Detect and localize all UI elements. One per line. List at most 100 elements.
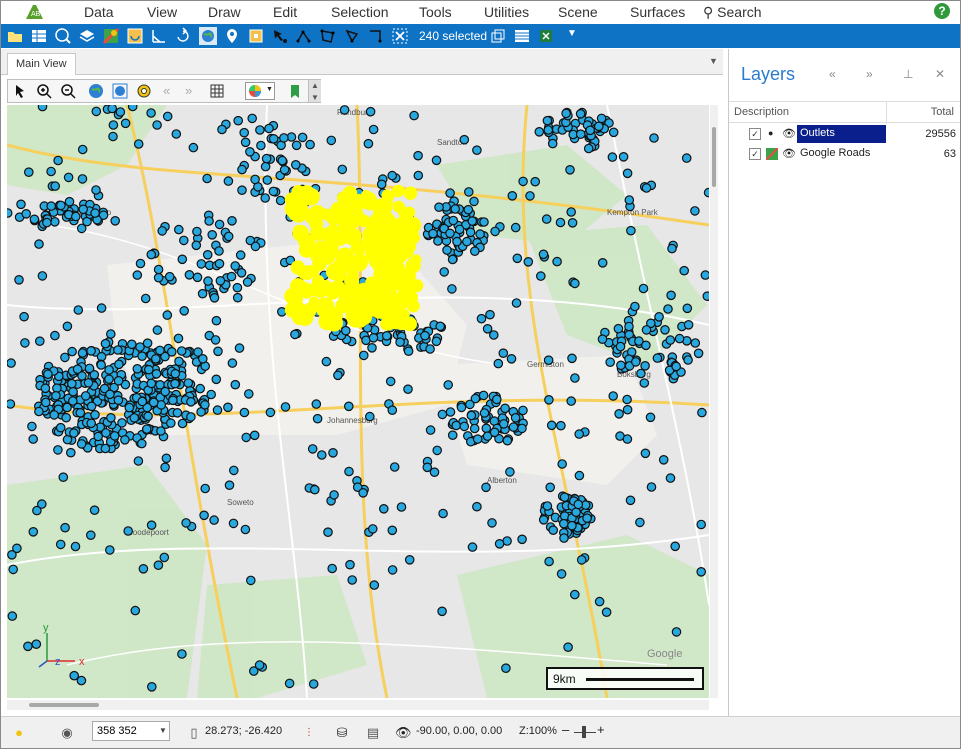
- selected-outlet-point[interactable]: [404, 216, 422, 234]
- outlet-point[interactable]: [214, 219, 225, 230]
- outlet-point[interactable]: [512, 253, 523, 264]
- outlet-point[interactable]: [227, 358, 238, 368]
- outlet-point[interactable]: [683, 320, 694, 330]
- scrollbar-thumb[interactable]: [712, 127, 716, 187]
- outlet-point[interactable]: [61, 412, 71, 423]
- outlet-point[interactable]: [176, 346, 187, 356]
- outlet-point[interactable]: [434, 202, 444, 212]
- outlet-point[interactable]: [465, 227, 476, 238]
- outlet-point[interactable]: [23, 641, 33, 652]
- layer-visibility-checkbox[interactable]: ✓: [749, 148, 761, 160]
- outlet-point[interactable]: [641, 183, 652, 193]
- outlet-point[interactable]: [104, 365, 114, 375]
- outlet-point[interactable]: [476, 313, 487, 324]
- outlet-point[interactable]: [472, 434, 483, 444]
- outlet-point[interactable]: [250, 241, 261, 252]
- outlet-point[interactable]: [115, 107, 126, 117]
- outlet-point[interactable]: [478, 390, 489, 401]
- outlet-point[interactable]: [573, 499, 584, 510]
- outlet-point[interactable]: [378, 503, 389, 514]
- outlet-point[interactable]: [86, 401, 97, 412]
- outlet-point[interactable]: [447, 254, 458, 265]
- outlet-point[interactable]: [368, 333, 379, 343]
- outlet-point[interactable]: [570, 373, 580, 383]
- outlet-point[interactable]: [498, 348, 509, 358]
- expand-right-icon[interactable]: »: [866, 67, 873, 81]
- outlet-point[interactable]: [404, 554, 415, 565]
- select-lasso-icon[interactable]: [343, 27, 361, 45]
- outlet-point[interactable]: [63, 172, 74, 183]
- clear-selection-icon[interactable]: [391, 27, 409, 45]
- outlet-point[interactable]: [321, 356, 332, 367]
- outlet-point[interactable]: [472, 501, 482, 512]
- outlet-point[interactable]: [209, 515, 219, 525]
- outlet-point[interactable]: [425, 344, 435, 354]
- outlet-point[interactable]: [635, 517, 645, 528]
- outlet-point[interactable]: [456, 402, 467, 413]
- selected-outlet-point[interactable]: [289, 204, 308, 223]
- chevron-down-icon[interactable]: ▼: [159, 726, 167, 735]
- outlet-point[interactable]: [556, 569, 567, 579]
- outlet-point[interactable]: [254, 660, 265, 670]
- outlet-point[interactable]: [181, 518, 191, 528]
- outlet-point[interactable]: [585, 125, 595, 136]
- search-menu[interactable]: ⚲ Search: [703, 4, 762, 21]
- outlet-point[interactable]: [90, 208, 100, 218]
- selected-outlet-point[interactable]: [392, 200, 405, 213]
- outlet-point[interactable]: [343, 401, 354, 412]
- outlet-point[interactable]: [622, 394, 632, 405]
- outlet-point[interactable]: [485, 309, 495, 320]
- outlet-point[interactable]: [347, 575, 357, 585]
- lightbulb-icon[interactable]: ●: [11, 725, 27, 741]
- outlet-point[interactable]: [387, 565, 398, 575]
- outlet-point[interactable]: [200, 483, 210, 494]
- outlet-point[interactable]: [622, 434, 633, 444]
- selected-outlet-point[interactable]: [388, 298, 404, 314]
- eye-icon[interactable]: 👁: [782, 127, 796, 140]
- outlet-point[interactable]: [583, 143, 594, 154]
- outlet-point[interactable]: [277, 155, 288, 166]
- selected-outlet-point[interactable]: [371, 230, 383, 241]
- pointer-icon[interactable]: [12, 83, 28, 99]
- outlet-point[interactable]: [582, 513, 592, 523]
- outlet-point[interactable]: [638, 283, 649, 294]
- outlet-point[interactable]: [622, 404, 633, 415]
- outlet-point[interactable]: [459, 134, 470, 145]
- outlet-point[interactable]: [517, 423, 527, 434]
- outlet-point[interactable]: [37, 271, 48, 281]
- outlet-point[interactable]: [93, 431, 103, 442]
- outlet-point[interactable]: [614, 408, 624, 419]
- outlet-point[interactable]: [601, 607, 612, 617]
- outlet-point[interactable]: [403, 346, 414, 356]
- outlet-point[interactable]: [367, 524, 378, 534]
- outlet-point[interactable]: [34, 336, 45, 346]
- outlet-point[interactable]: [90, 409, 100, 420]
- outlet-point[interactable]: [624, 195, 635, 205]
- outlet-point[interactable]: [608, 127, 619, 138]
- outlet-point[interactable]: [511, 298, 522, 308]
- copy-selection-icon[interactable]: [489, 27, 507, 45]
- outlet-point[interactable]: [593, 121, 604, 132]
- outlet-point[interactable]: [195, 383, 205, 394]
- outlet-point[interactable]: [105, 545, 115, 555]
- collapse-left-icon[interactable]: «: [829, 67, 836, 81]
- outlet-point[interactable]: [576, 555, 587, 565]
- outlet-point[interactable]: [156, 426, 166, 436]
- outlet-point[interactable]: [574, 470, 585, 481]
- outlet-point[interactable]: [679, 265, 689, 276]
- outlet-point[interactable]: [626, 225, 636, 236]
- outlet-point[interactable]: [337, 164, 348, 175]
- outlet-point[interactable]: [368, 124, 379, 135]
- outlet-point[interactable]: [123, 526, 133, 536]
- outlet-point[interactable]: [40, 383, 51, 394]
- outlet-point[interactable]: [279, 133, 289, 143]
- outlet-point[interactable]: [597, 334, 608, 344]
- outlet-point[interactable]: [132, 363, 143, 374]
- outlet-point[interactable]: [96, 360, 106, 370]
- outlet-point[interactable]: [186, 412, 196, 422]
- outlet-point[interactable]: [481, 482, 491, 493]
- selected-outlet-point[interactable]: [308, 205, 325, 222]
- outlet-point[interactable]: [170, 378, 180, 389]
- outlet-point[interactable]: [329, 490, 339, 500]
- outlet-point[interactable]: [652, 353, 663, 363]
